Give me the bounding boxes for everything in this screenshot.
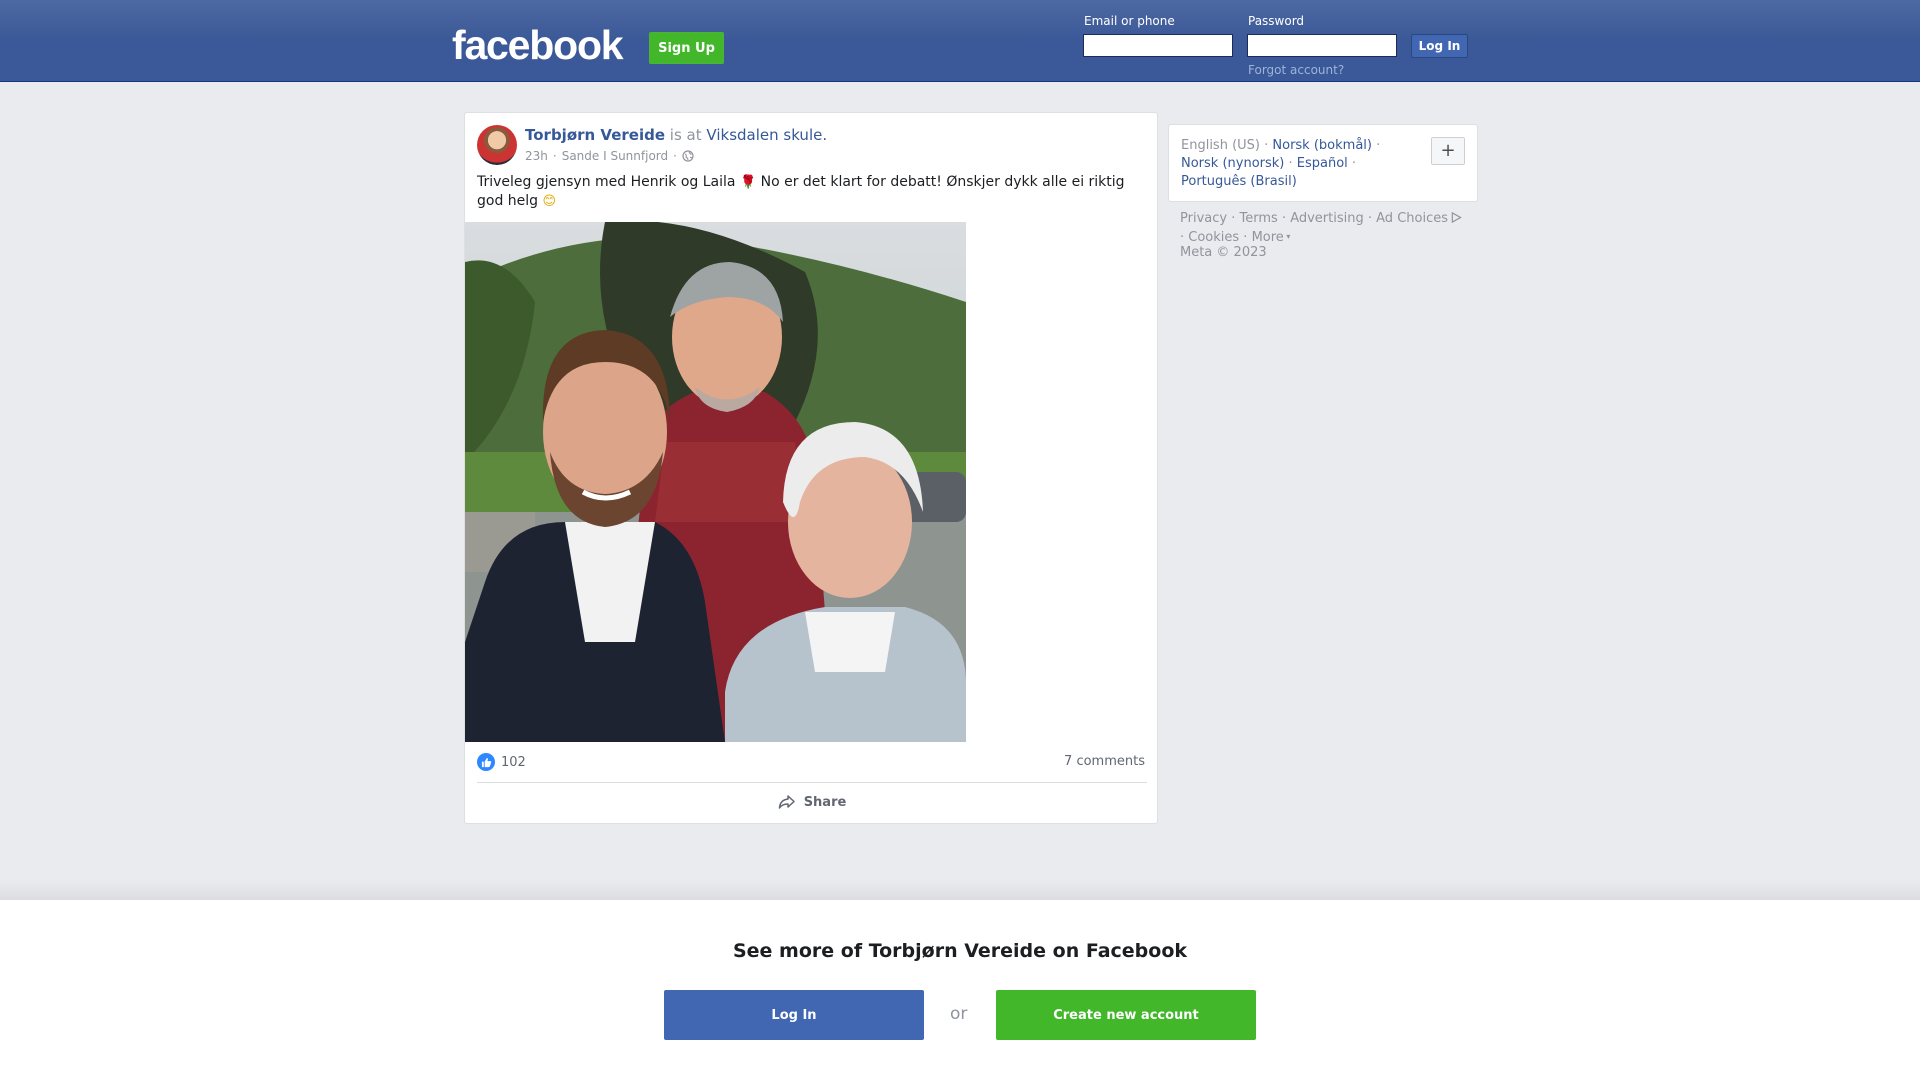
- is-at-text: is at: [669, 126, 702, 144]
- language-option-portugues[interactable]: Português (Brasil): [1181, 174, 1297, 189]
- chevron-down-icon: ▾: [1283, 232, 1291, 241]
- footer-link-terms[interactable]: Terms: [1239, 211, 1277, 226]
- language-selector: English (US) · Norsk (bokmål) · Norsk (n…: [1168, 124, 1478, 202]
- language-option-espanol[interactable]: Español: [1297, 156, 1348, 171]
- globe-icon: [682, 150, 694, 162]
- language-option-norsk-bokmal[interactable]: Norsk (bokmål): [1272, 138, 1372, 153]
- post-card: Torbjørn Vereide is at Viksdalen skule. …: [464, 112, 1158, 824]
- email-field[interactable]: [1083, 34, 1233, 57]
- share-label: Share: [803, 794, 847, 810]
- meta-separator: ·: [552, 149, 557, 163]
- footer-links: Privacy · Terms · Advertising · Ad Choic…: [1180, 210, 1480, 247]
- author-avatar[interactable]: [477, 125, 517, 165]
- post-header: Torbjørn Vereide is at Viksdalen skule.: [525, 126, 827, 144]
- author-name-link[interactable]: Torbjørn Vereide: [525, 126, 665, 144]
- rose-icon: 🌹: [739, 175, 757, 190]
- footer-link-privacy[interactable]: Privacy: [1180, 211, 1227, 226]
- login-prompt-title: See more of Torbjørn Vereide on Facebook: [732, 940, 1188, 962]
- login-prompt-bar: See more of Torbjørn Vereide on Facebook…: [0, 900, 1920, 1080]
- language-current: English (US): [1181, 138, 1260, 153]
- share-icon: [778, 795, 795, 809]
- facebook-logo[interactable]: facebook: [452, 22, 624, 69]
- bottom-bar-shadow: [0, 880, 1920, 900]
- or-separator: or: [950, 1004, 968, 1024]
- meta-separator: ·: [673, 149, 677, 163]
- likes-count: 102: [501, 754, 526, 770]
- footer-link-ad-choices[interactable]: Ad Choices: [1376, 211, 1448, 226]
- post-text-part1: Triveleg gjensyn med Henrik og Laila: [477, 174, 736, 190]
- post-text: Triveleg gjensyn med Henrik og Laila 🌹 N…: [477, 173, 1147, 211]
- photo-illustration: [465, 222, 966, 742]
- forgot-account-link[interactable]: Forgot account?: [1248, 63, 1344, 77]
- sign-up-button[interactable]: Sign Up: [649, 32, 724, 64]
- post-time[interactable]: 23h: [525, 149, 548, 163]
- share-button[interactable]: Share: [477, 785, 1147, 819]
- comments-count-link[interactable]: 7 comments: [1064, 754, 1145, 769]
- post-location[interactable]: Sande I Sunnfjord: [562, 149, 668, 163]
- email-label: Email or phone: [1084, 14, 1175, 28]
- place-link[interactable]: Viksdalen skule.: [706, 126, 827, 144]
- like-icon: [477, 753, 495, 771]
- log-in-button[interactable]: Log In: [1411, 34, 1468, 58]
- top-navigation-bar: facebook Sign Up Email or phone Password…: [0, 0, 1920, 82]
- footer-link-cookies[interactable]: Cookies: [1188, 230, 1239, 245]
- copyright: Meta © 2023: [1180, 245, 1267, 260]
- reactions-summary[interactable]: 102: [477, 753, 526, 771]
- footer-link-more[interactable]: More: [1252, 230, 1284, 245]
- password-label: Password: [1248, 14, 1305, 28]
- action-divider: [477, 782, 1147, 783]
- footer-link-advertising[interactable]: Advertising: [1290, 211, 1364, 226]
- more-languages-button[interactable]: +: [1431, 137, 1465, 165]
- ad-choices-icon: [1451, 211, 1462, 224]
- create-account-button[interactable]: Create new account: [996, 990, 1256, 1040]
- bottom-log-in-button[interactable]: Log In: [664, 990, 924, 1040]
- post-meta: 23h · Sande I Sunnfjord ·: [525, 149, 694, 163]
- password-field[interactable]: [1247, 34, 1397, 57]
- smile-icon: 😊: [542, 194, 557, 209]
- post-photo[interactable]: [465, 222, 966, 742]
- language-option-norsk-nynorsk[interactable]: Norsk (nynorsk): [1181, 156, 1284, 171]
